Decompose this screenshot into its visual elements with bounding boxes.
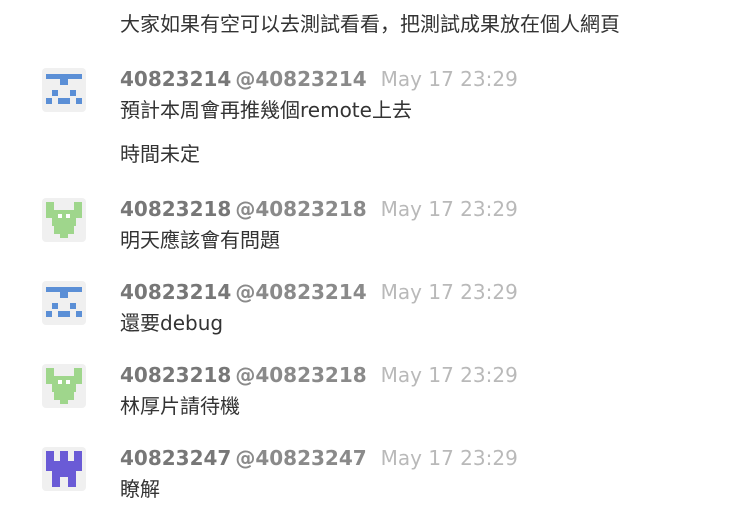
message-text: 瞭解	[120, 477, 160, 501]
message-text: 大家如果有空可以去測試看看，把測試成果放在個人網頁	[120, 12, 620, 36]
author-username[interactable]: @40823214	[235, 280, 366, 304]
identicon-blue-avatar[interactable]	[42, 281, 86, 325]
author-username[interactable]: @40823247	[235, 446, 366, 470]
message-timestamp[interactable]: May 17 23:29	[381, 67, 518, 91]
author-name[interactable]: 40823218	[120, 197, 231, 221]
identicon-green-avatar[interactable]	[42, 198, 86, 242]
identicon-purple-avatar[interactable]	[42, 447, 86, 491]
message-group: 40823214 @40823214 May 17 23:29 預計本周會再推幾個r…	[0, 66, 745, 176]
author-name[interactable]: 40823214	[120, 280, 231, 304]
message-text: 還要debug	[120, 311, 224, 335]
author-name[interactable]: 40823247	[120, 446, 231, 470]
message-text: 明天應該會有問題	[120, 228, 280, 252]
message-group: 40823247 @40823247 May 17 23:29 瞭解	[0, 445, 745, 515]
author-name[interactable]: 40823218	[120, 363, 231, 387]
message-text: 時間未定	[120, 142, 200, 166]
chat-message-feed: 大家如果有空可以去測試看看，把測試成果放在個人網頁 40823214 @40823…	[0, 0, 745, 515]
message-timestamp[interactable]: May 17 23:29	[381, 446, 518, 470]
author-username[interactable]: @40823218	[235, 197, 366, 221]
author-name[interactable]: 40823214	[120, 67, 231, 91]
message-group: 40823218 @40823218 May 17 23:29 明天應該會有問題	[0, 196, 745, 266]
message-header: 40823247 @40823247 May 17 23:29	[120, 445, 518, 471]
message-timestamp[interactable]: May 17 23:29	[381, 280, 518, 304]
message-timestamp[interactable]: May 17 23:29	[381, 363, 518, 387]
author-username[interactable]: @40823218	[235, 363, 366, 387]
message-text: 預計本周會再推幾個remote上去	[120, 98, 412, 122]
identicon-blue-avatar[interactable]	[42, 68, 86, 112]
message-header: 40823218 @40823218 May 17 23:29	[120, 196, 518, 222]
message-header: 40823214 @40823214 May 17 23:29	[120, 279, 518, 305]
message-header: 40823214 @40823214 May 17 23:29	[120, 66, 518, 92]
message-text: 林厚片請待機	[120, 394, 240, 418]
message-group: 40823218 @40823218 May 17 23:29 林厚片請待機	[0, 362, 745, 432]
message-timestamp[interactable]: May 17 23:29	[381, 197, 518, 221]
message-group: 40823214 @40823214 May 17 23:29 還要debug	[0, 279, 745, 349]
author-username[interactable]: @40823214	[235, 67, 366, 91]
identicon-green-avatar[interactable]	[42, 364, 86, 408]
message-header: 40823218 @40823218 May 17 23:29	[120, 362, 518, 388]
